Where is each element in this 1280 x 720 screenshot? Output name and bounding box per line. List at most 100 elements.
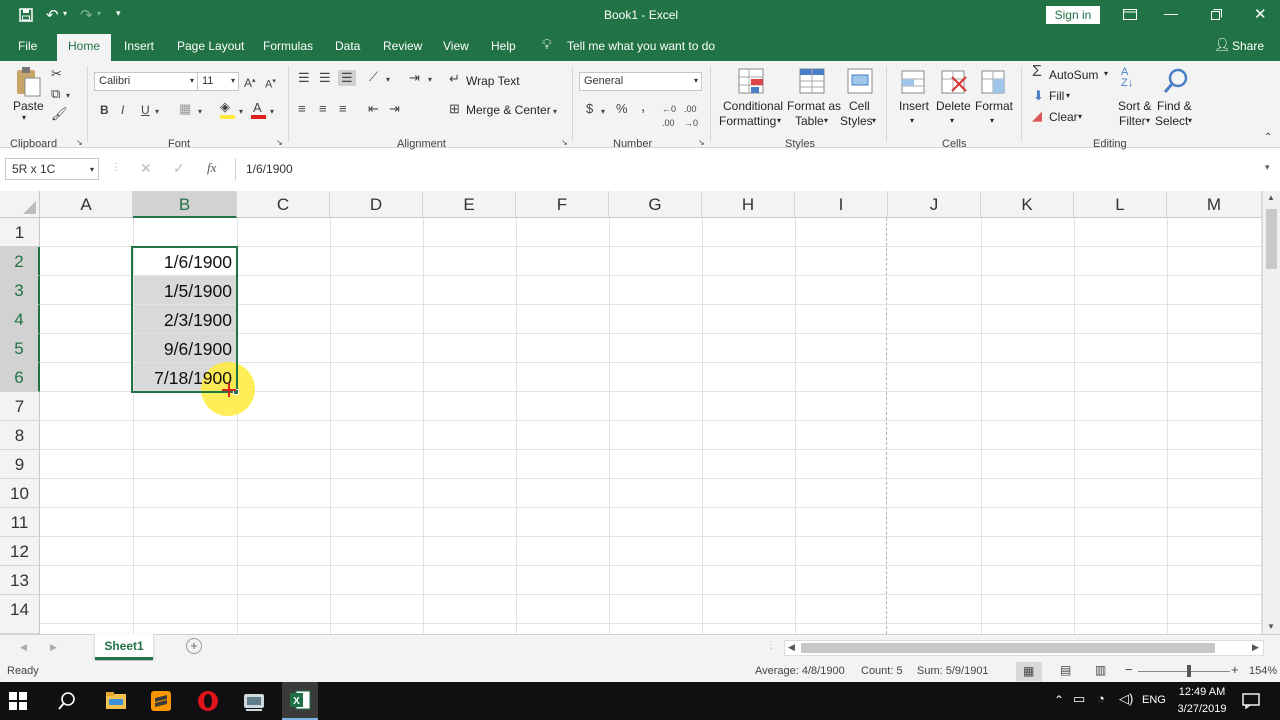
merge-center-icon[interactable]: ⊞	[449, 102, 460, 116]
expand-formula-bar-icon[interactable]: ▾	[1265, 162, 1270, 173]
borders-icon[interactable]: ▦	[179, 102, 191, 116]
tab-view[interactable]: View	[443, 39, 469, 53]
scroll-down-icon[interactable]: ▼	[1267, 622, 1275, 631]
currency-button[interactable]: $	[586, 102, 593, 116]
paste-icon[interactable]	[14, 66, 42, 98]
input-language[interactable]: ENG	[1142, 694, 1166, 706]
undo-icon[interactable]: ↶	[46, 6, 59, 24]
row-header-10[interactable]: 10	[0, 479, 40, 508]
share-button[interactable]: Share	[1232, 39, 1264, 53]
save-icon[interactable]	[19, 8, 33, 22]
number-launcher-icon[interactable]: ↘	[698, 138, 705, 147]
top-align-icon[interactable]: ☰	[298, 71, 310, 85]
sort-filter-label-2[interactable]: Filter	[1119, 114, 1146, 128]
format-painter-icon[interactable]: 🖌︎	[51, 107, 68, 121]
fill-color-icon[interactable]: ◈	[220, 100, 230, 114]
name-box-dropdown-icon[interactable]: ▾	[90, 159, 94, 180]
row-header-9[interactable]: 9	[0, 450, 40, 479]
paste-dropdown-icon[interactable]: ▾	[22, 113, 26, 122]
tab-file[interactable]: File	[18, 39, 37, 53]
tab-data[interactable]: Data	[335, 39, 360, 53]
conditional-formatting-icon[interactable]	[737, 67, 767, 97]
align-right-icon[interactable]: ≡	[339, 102, 347, 116]
format-cells-icon[interactable]	[980, 67, 1008, 97]
find-select-icon[interactable]	[1162, 67, 1190, 95]
undo-dropdown-icon[interactable]: ▾	[63, 9, 67, 18]
font-launcher-icon[interactable]: ↘	[276, 138, 283, 147]
tab-split-grip-icon[interactable]: ⋮	[766, 640, 776, 651]
borders-dropdown-icon[interactable]: ▾	[198, 105, 202, 119]
sign-in-button[interactable]: Sign in	[1046, 6, 1100, 24]
ribbon-display-icon[interactable]	[1123, 9, 1137, 20]
column-header-b[interactable]: B	[133, 191, 237, 218]
sort-filter-dropdown-icon[interactable]: ▾	[1146, 116, 1150, 125]
number-format-box[interactable]: General ▾	[579, 72, 702, 91]
zoom-level[interactable]: 154%	[1249, 665, 1280, 677]
fill-button[interactable]: Fill	[1049, 89, 1064, 103]
row-header-4[interactable]: 4	[0, 305, 40, 334]
font-name-box[interactable]: Calibri ▾	[94, 72, 198, 91]
indent-dropdown-icon[interactable]: ▾	[428, 73, 432, 87]
page-layout-view-icon[interactable]: ▤	[1060, 663, 1071, 677]
copy-icon[interactable]: ⧉	[51, 87, 60, 101]
format-dropdown-icon[interactable]: ▾	[990, 116, 994, 125]
underline-button[interactable]: U	[141, 103, 150, 117]
next-sheet-icon[interactable]: ▶	[50, 642, 57, 653]
column-header-i[interactable]: I	[795, 191, 888, 218]
zoom-out-icon[interactable]: −	[1125, 662, 1133, 677]
row-header-12[interactable]: 12	[0, 537, 40, 566]
page-break-view-icon[interactable]: ▥	[1095, 663, 1106, 677]
wrap-text-button[interactable]: Wrap Text	[466, 74, 520, 88]
find-select-label-2[interactable]: Select	[1155, 114, 1188, 128]
row-header-8[interactable]: 8	[0, 421, 40, 450]
scroll-left-icon[interactable]: ◀	[788, 642, 795, 653]
column-header-a[interactable]: A	[40, 191, 133, 218]
scroll-right-icon[interactable]: ▶	[1252, 642, 1259, 653]
row-header-3[interactable]: 3	[0, 276, 40, 305]
cancel-icon[interactable]: ✕	[140, 160, 152, 177]
cell-styles-dropdown-icon[interactable]: ▾	[872, 116, 876, 125]
collapse-ribbon-icon[interactable]: ⌃	[1264, 131, 1272, 145]
column-header-k[interactable]: K	[981, 191, 1074, 218]
autosum-dropdown-icon[interactable]: ▾	[1104, 69, 1108, 78]
clock-date[interactable]: 3/27/2019	[1176, 703, 1228, 715]
wrap-text-icon[interactable]: ↵	[449, 72, 460, 86]
action-center-icon[interactable]	[1242, 693, 1260, 709]
scroll-up-icon[interactable]: ▲	[1267, 193, 1275, 202]
normal-view-button[interactable]: ▦	[1016, 662, 1042, 681]
increase-font-icon[interactable]: A▴	[244, 74, 256, 90]
row-header-1[interactable]: 1	[0, 218, 40, 247]
font-color-icon[interactable]: A	[253, 101, 262, 115]
align-center-icon[interactable]: ≡	[319, 102, 327, 116]
cell-styles-label-2[interactable]: Styles	[840, 114, 873, 128]
decrease-font-icon[interactable]: A▾	[265, 75, 276, 92]
close-icon[interactable]: ✕	[1254, 5, 1267, 23]
column-header-f[interactable]: F	[516, 191, 609, 218]
conditional-dropdown-icon[interactable]: ▾	[777, 116, 781, 125]
fill-color-dropdown-icon[interactable]: ▾	[239, 105, 243, 119]
clear-dropdown-icon[interactable]: ▾	[1078, 112, 1082, 121]
column-header-e[interactable]: E	[423, 191, 516, 218]
column-header-l[interactable]: L	[1074, 191, 1167, 218]
find-select-label-1[interactable]: Find &	[1157, 99, 1192, 113]
copy-dropdown-icon[interactable]: ▾	[66, 89, 70, 103]
conditional-formatting-label-2[interactable]: Formatting	[719, 114, 776, 128]
italic-button[interactable]: I	[121, 103, 124, 117]
insert-cells-button[interactable]: Insert	[899, 99, 929, 113]
autosum-button[interactable]: AutoSum	[1049, 68, 1098, 82]
sort-filter-label-1[interactable]: Sort &	[1118, 99, 1151, 113]
prev-sheet-icon[interactable]: ◀	[20, 642, 27, 653]
windows-start-icon[interactable]	[9, 692, 37, 720]
select-all-corner[interactable]	[0, 191, 40, 218]
font-color-dropdown-icon[interactable]: ▾	[270, 105, 274, 119]
middle-align-icon[interactable]: ☰	[319, 71, 331, 85]
column-header-h[interactable]: H	[702, 191, 795, 218]
format-as-table-label-1[interactable]: Format as	[787, 99, 841, 113]
delete-dropdown-icon[interactable]: ▾	[950, 116, 954, 125]
file-explorer-icon[interactable]	[105, 691, 133, 719]
minimize-icon[interactable]: —	[1164, 5, 1178, 21]
comma-button[interactable]: ,	[641, 99, 645, 114]
tab-page-layout[interactable]: Page Layout	[177, 39, 244, 53]
format-as-table-icon[interactable]	[798, 67, 828, 97]
decrease-indent-icon[interactable]: ⇤	[368, 102, 379, 116]
